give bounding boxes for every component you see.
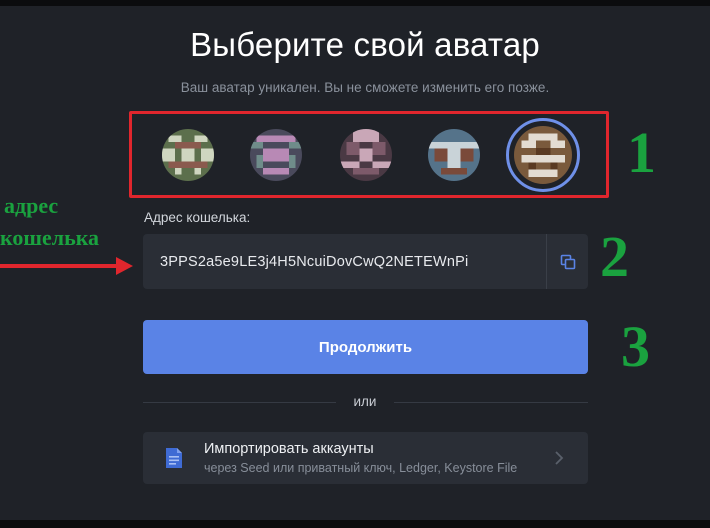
page-subtitle: Ваш аватар уникален. Вы не сможете измен… (180, 80, 550, 95)
document-icon (166, 448, 182, 468)
continue-button[interactable]: Продолжить (143, 320, 588, 374)
import-accounts-subtitle: через Seed или приватный ключ, Ledger, K… (204, 461, 518, 475)
avatar-3-pattern (340, 129, 392, 181)
avatar-4-pattern (428, 129, 480, 181)
divider-line-right (394, 402, 588, 403)
avatar-option-4[interactable] (428, 129, 480, 181)
import-accounts-button[interactable]: Импортировать аккаунты через Seed или пр… (143, 432, 588, 484)
avatar-1-pattern (162, 129, 214, 181)
wallet-address-label: Адрес кошелька: (144, 210, 251, 225)
annotation-number-1: 1 (627, 120, 656, 185)
annotation-arrow-icon (0, 257, 133, 275)
annotation-wallet-label-line1: адрес (4, 193, 59, 218)
copy-icon (560, 254, 575, 269)
avatar-option-2[interactable] (250, 129, 302, 181)
wallet-address-field[interactable]: 3PPS2a5e9LE3j4H5NcuiDovCwQ2NETEWnPi (143, 234, 588, 289)
avatar-5-pattern (514, 126, 572, 184)
avatar-option-5-selected[interactable] (506, 118, 580, 192)
divider-line-left (143, 402, 336, 403)
avatar-option-1[interactable] (162, 129, 214, 181)
top-frame-border (0, 0, 710, 6)
import-accounts-title: Импортировать аккаунты (204, 441, 374, 457)
chevron-right-icon (555, 451, 564, 465)
avatar-2-pattern (250, 129, 302, 181)
annotation-number-3: 3 (621, 314, 650, 379)
copy-address-button[interactable] (546, 234, 588, 289)
wallet-address-value[interactable]: 3PPS2a5e9LE3j4H5NcuiDovCwQ2NETEWnPi (143, 254, 546, 270)
annotation-number-2: 2 (600, 224, 629, 289)
avatar-option-3[interactable] (340, 129, 392, 181)
bottom-frame-border (0, 520, 710, 528)
divider-or-text: или (353, 394, 377, 409)
annotation-wallet-label-line2: кошелька (0, 225, 100, 250)
page-title: Выберите свой аватар (190, 26, 540, 63)
